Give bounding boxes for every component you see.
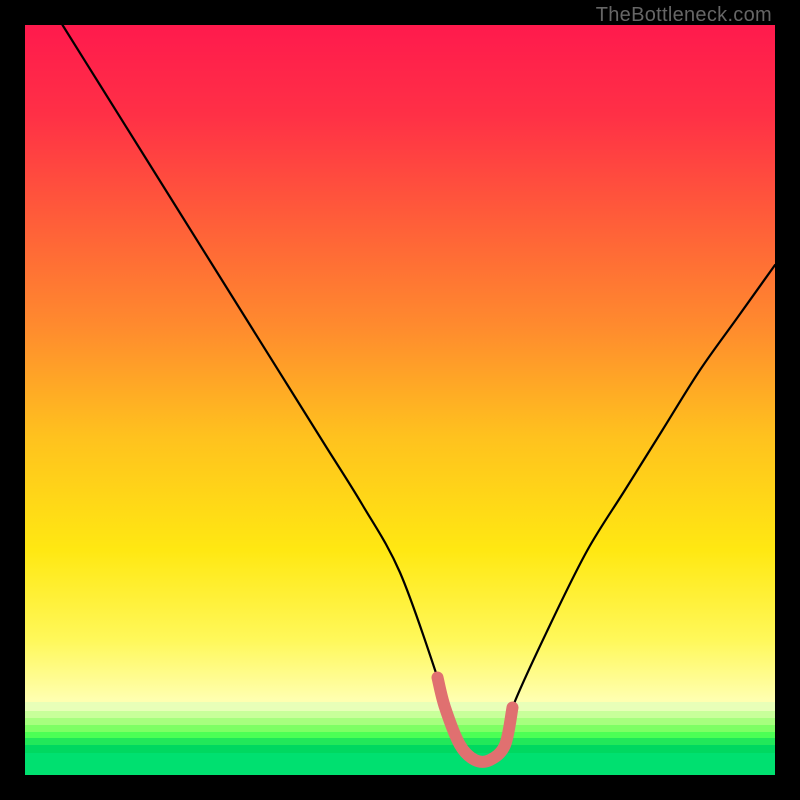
plot-area (25, 25, 775, 775)
watermark-text: TheBottleneck.com (596, 4, 772, 27)
bottleneck-curve (63, 25, 776, 762)
chart-canvas: TheBottleneck.com (0, 0, 800, 800)
minimum-highlight (438, 678, 513, 762)
curve-layer (25, 25, 775, 775)
